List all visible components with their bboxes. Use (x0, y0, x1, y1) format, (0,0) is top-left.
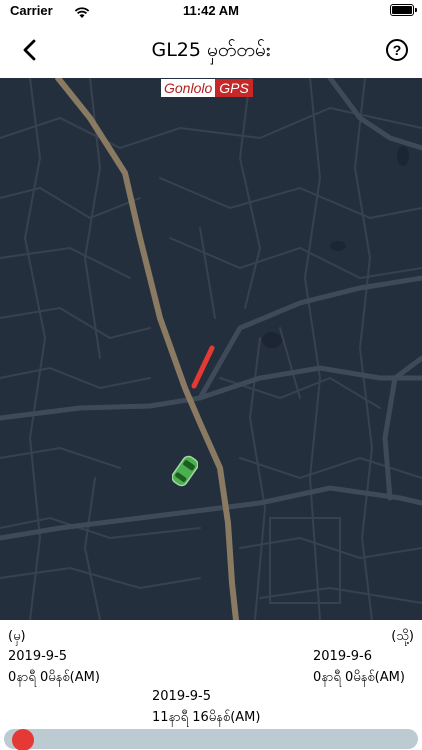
playback-slider[interactable] (0, 727, 422, 750)
slider-thumb[interactable] (11, 729, 34, 750)
brand-logo: Gonlolo GPS (161, 79, 253, 97)
car-marker-icon[interactable] (171, 453, 199, 493)
page-title: GL25 မှတ်တမ်း (151, 39, 271, 61)
battery-icon (390, 4, 417, 16)
clock-label: 11:42 AM (183, 3, 239, 18)
start-date: 2019-9-5 (8, 649, 68, 664)
map-view[interactable]: Gonlolo GPS gle (0, 78, 422, 620)
brand-gps: GPS (215, 79, 253, 97)
end-time: 0နာရီ 0မိနစ်(AM) (313, 670, 405, 685)
start-time: 0နာရီ 0မိနစ်(AM) (8, 670, 100, 685)
navigation-bar: GL25 မှတ်တမ်း ? (0, 22, 422, 78)
street-network (0, 78, 422, 620)
end-date: 2019-9-6 (313, 649, 373, 664)
status-bar: Carrier 11:42 AM (0, 0, 422, 22)
brand-name: Gonlolo (161, 79, 216, 97)
from-label: (မှ) (8, 629, 26, 644)
to-label: (သို့) (391, 629, 414, 644)
help-button[interactable]: ? (386, 39, 408, 61)
current-time: 11နာရီ 16မိနစ်(AM) (152, 710, 261, 725)
current-date: 2019-9-5 (152, 689, 212, 704)
slider-track[interactable] (4, 729, 418, 749)
